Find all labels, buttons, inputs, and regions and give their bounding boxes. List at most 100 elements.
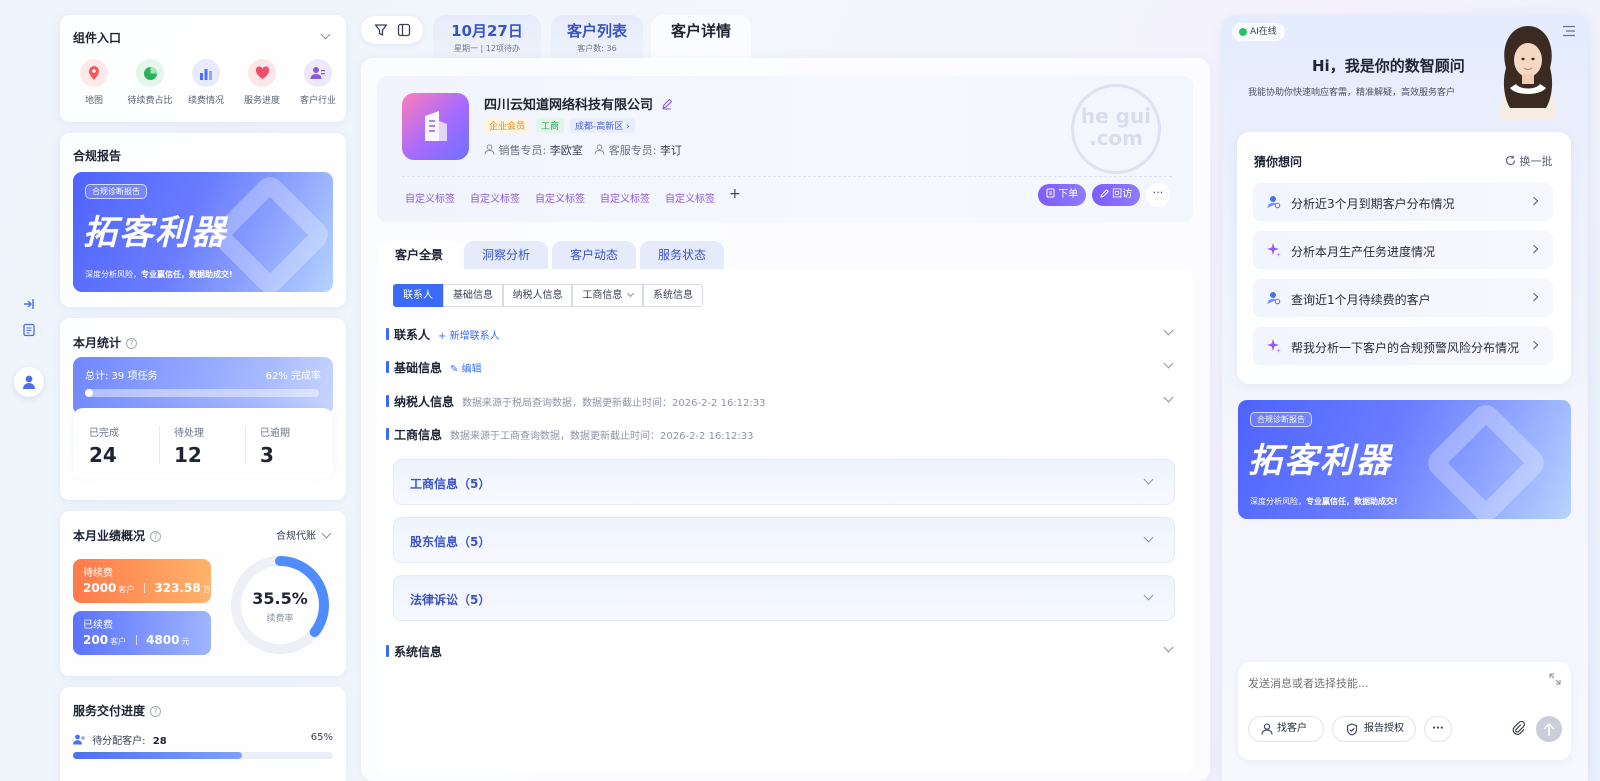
section-business: 工商信息 数据来源于工商查询数据，数据更新截止时间：2026-2-2 16:12:… bbox=[386, 428, 754, 442]
banner-decoration bbox=[1422, 400, 1550, 519]
ai-greeting: Hi，我是你的数智顾问 bbox=[1312, 57, 1465, 75]
ring-label: 续费率 bbox=[266, 614, 294, 624]
add-contact-link[interactable]: + 新增联系人 bbox=[438, 331, 500, 342]
custom-tag[interactable]: 自定义标签 bbox=[405, 190, 455, 205]
banner-tag: 合规诊断报告 bbox=[85, 184, 147, 199]
component-pending-ratio[interactable]: 待续费占比 bbox=[122, 59, 178, 115]
chevron-right-icon bbox=[1529, 340, 1539, 350]
pen-icon bbox=[1100, 189, 1109, 198]
components-title: 组件入口 bbox=[73, 31, 122, 45]
stat-overdue: 已逾期 3 bbox=[260, 428, 290, 467]
edit-icon[interactable] bbox=[661, 98, 673, 110]
question-item[interactable]: 查询近1个月待续费的客户 bbox=[1253, 279, 1553, 317]
tab-customer-activity[interactable]: 客户动态 bbox=[552, 241, 636, 269]
sidebar-toggle-icon[interactable] bbox=[397, 23, 411, 40]
custom-tag[interactable]: 自定义标签 bbox=[665, 190, 715, 205]
report-banner[interactable]: 合规诊断报告 拓客利器 深度分析风险，专业赢信任，数据助成交! bbox=[73, 172, 333, 292]
edit-basic-link[interactable]: ✎ 编辑 bbox=[450, 364, 482, 375]
ring-value: 35.5% bbox=[252, 589, 308, 608]
user-search-icon bbox=[1267, 292, 1281, 305]
order-button[interactable]: 下单 bbox=[1038, 184, 1086, 206]
fullscreen-icon[interactable] bbox=[1549, 673, 1561, 688]
section-contacts: 联系人 + 新增联系人 bbox=[386, 328, 500, 342]
collapse-chevron-icon[interactable] bbox=[320, 29, 331, 40]
custom-tag[interactable]: 自定义标签 bbox=[600, 190, 650, 205]
chat-input[interactable] bbox=[1248, 673, 1528, 693]
person-icon bbox=[484, 144, 495, 155]
tab-service-status[interactable]: 服务状态 bbox=[640, 241, 724, 269]
component-label: 地图 bbox=[84, 96, 103, 106]
toolbar-pill bbox=[361, 16, 423, 44]
user-icon[interactable] bbox=[14, 367, 44, 397]
header-divider bbox=[402, 176, 1172, 177]
accordion-shareholders[interactable]: 股东信息（5） bbox=[393, 517, 1175, 563]
tab-customer-list[interactable]: 客户列表 客户数: 36 bbox=[551, 15, 643, 59]
components-grid: 地图 待续费占比 续费情况 服务进度 客户行业 bbox=[66, 59, 346, 115]
heart-icon bbox=[248, 59, 276, 87]
component-label: 续费情况 bbox=[187, 96, 224, 106]
delivery-progress-fill bbox=[73, 752, 242, 759]
banner-headline: 拓客利器 bbox=[1248, 441, 1392, 481]
segment-basic-info[interactable]: 基础信息 bbox=[443, 284, 503, 307]
send-button[interactable] bbox=[1536, 716, 1562, 742]
monthly-progress-fill bbox=[85, 389, 93, 397]
chevron-down-icon bbox=[1143, 474, 1154, 485]
component-renewal[interactable]: 续费情况 bbox=[178, 59, 234, 115]
sparkle-icon bbox=[1267, 243, 1281, 257]
visit-button[interactable]: 回访 bbox=[1092, 184, 1140, 206]
monthly-rate: 62% 完成率 bbox=[265, 371, 321, 382]
report-auth-button[interactable]: 报告授权 bbox=[1332, 716, 1416, 742]
company-watermark: he gui .com bbox=[1071, 84, 1161, 174]
find-customer-button[interactable]: 找客户 bbox=[1248, 716, 1324, 742]
company-name: 四川云知道网络科技有限公司 bbox=[484, 94, 673, 113]
section-taxpayer: 纳税人信息 数据来源于税局查询数据，数据更新截止时间：2026-2-2 16:12… bbox=[386, 395, 766, 409]
chevron-down-icon bbox=[626, 289, 634, 298]
stat-completed: 已完成 24 bbox=[89, 428, 119, 467]
custom-tag[interactable]: 自定义标签 bbox=[470, 190, 520, 205]
tag-region[interactable]: 成都-高新区 › bbox=[570, 118, 635, 133]
performance-filter[interactable]: 合规代账 bbox=[276, 527, 332, 542]
document-icon[interactable] bbox=[22, 323, 36, 337]
segment-system-info[interactable]: 系统信息 bbox=[643, 284, 703, 307]
components-card: 组件入口 地图 待续费占比 续费情况 服务进度 客户行业 bbox=[60, 15, 346, 122]
shield-icon bbox=[1346, 723, 1358, 736]
filter-icon[interactable] bbox=[374, 23, 388, 40]
tab-insight[interactable]: 洞察分析 bbox=[464, 241, 548, 269]
chevron-down-icon bbox=[1143, 532, 1154, 543]
tab-date[interactable]: 10月27日 星期一 | 12项待办 bbox=[433, 15, 541, 59]
question-item[interactable]: 帮我分析一下客户的合规预警风险分布情况 bbox=[1253, 327, 1553, 365]
segment-contacts[interactable]: 联系人 bbox=[393, 284, 443, 307]
tab-customer-detail[interactable]: 客户详情 bbox=[651, 15, 751, 61]
accordion-litigation[interactable]: 法律诉讼（5） bbox=[393, 575, 1175, 621]
performance-card: 本月业绩概况? 合规代账 待续费 2000 客户 323.58 万元 已续费 200… bbox=[60, 511, 346, 676]
segment-business-info[interactable]: 工商信息 bbox=[572, 284, 643, 307]
component-service-progress[interactable]: 服务进度 bbox=[234, 59, 290, 115]
company-staff: 销售专员: 李欧室 客服专员: 李订 bbox=[484, 142, 682, 158]
accordion-business-info[interactable]: 工商信息（5） bbox=[393, 459, 1175, 505]
people-icon bbox=[304, 59, 332, 87]
add-tag-button[interactable]: + bbox=[729, 186, 741, 202]
segment-taxpayer[interactable]: 纳税人信息 bbox=[503, 284, 572, 307]
monthly-total: 总计: 39 项任务 bbox=[85, 371, 158, 382]
map-pin-icon bbox=[80, 59, 108, 87]
custom-tag[interactable]: 自定义标签 bbox=[535, 190, 585, 205]
ai-report-banner[interactable]: 合规诊断报告 拓客利器 深度分析风险，专业赢信任，数据助成交! bbox=[1238, 400, 1571, 519]
component-map[interactable]: 地图 bbox=[66, 59, 122, 115]
component-industry[interactable]: 客户行业 bbox=[290, 59, 346, 115]
tab-customer-overview[interactable]: 客户全景 bbox=[378, 241, 460, 269]
question-item[interactable]: 分析本月生产任务进度情况 bbox=[1253, 231, 1553, 269]
report-card: 合规报告 合规诊断报告 拓客利器 深度分析风险，专业赢信任，数据助成交! bbox=[60, 133, 346, 307]
monthly-title: 本月统计? bbox=[73, 334, 138, 351]
expand-icon[interactable] bbox=[22, 297, 36, 311]
done-renewal-box[interactable]: 已续费 200 客户 4800 元 bbox=[73, 611, 211, 655]
performance-title: 本月业绩概况? bbox=[73, 527, 162, 544]
monthly-stats-card: 本月统计? 总计: 39 项任务 62% 完成率 已完成 24 待处理 12 已… bbox=[60, 318, 346, 500]
more-button[interactable]: ··· bbox=[1146, 183, 1170, 207]
attachment-icon[interactable] bbox=[1512, 720, 1526, 738]
bar-chart-icon bbox=[192, 59, 220, 87]
question-item[interactable]: 分析近3个月到期客户分布情况 bbox=[1253, 183, 1553, 221]
refresh-button[interactable]: 换一批 bbox=[1505, 153, 1553, 169]
banner-headline: 拓客利器 bbox=[83, 213, 227, 253]
more-skills-button[interactable]: ··· bbox=[1424, 716, 1452, 742]
pending-renewal-box[interactable]: 待续费 2000 客户 323.58 万元 bbox=[73, 559, 219, 603]
